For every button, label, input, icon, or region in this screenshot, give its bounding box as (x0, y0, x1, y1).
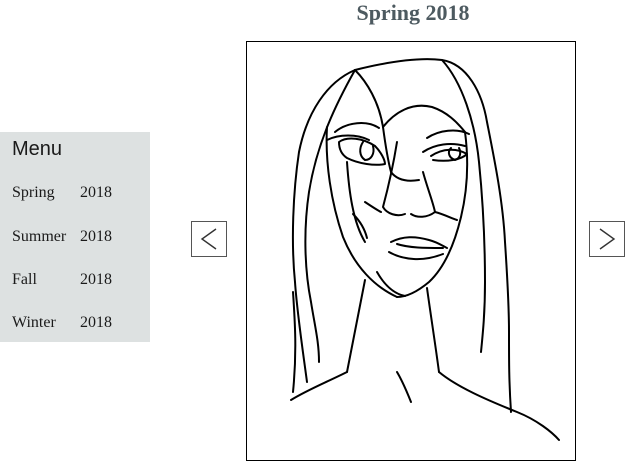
portrait-drawing (290, 58, 560, 441)
menu-item-fall[interactable]: Fall 2018 (12, 271, 122, 291)
chevron-right-icon (599, 228, 616, 250)
previous-button[interactable] (191, 221, 227, 257)
menu-item-season: Winter (12, 314, 56, 331)
menu-item-season: Summer (12, 228, 67, 245)
menu-item-year: 2018 (80, 184, 112, 201)
artwork-frame (246, 41, 576, 461)
menu-item-season: Fall (12, 271, 37, 288)
chevron-left-icon (200, 228, 217, 250)
next-button[interactable] (589, 221, 625, 257)
menu-item-year: 2018 (80, 314, 112, 331)
menu-item-winter[interactable]: Winter 2018 (12, 314, 122, 334)
menu-item-year: 2018 (80, 228, 112, 245)
menu-item-spring[interactable]: Spring 2018 (12, 184, 122, 204)
menu-item-season: Spring (12, 184, 55, 201)
menu-heading: Menu (12, 138, 63, 160)
menu-item-year: 2018 (80, 271, 112, 288)
season-menu: Menu Spring 2018 Summer 2018 Fall 2018 W… (0, 132, 150, 342)
menu-item-summer[interactable]: Summer 2018 (12, 228, 122, 248)
page-title: Spring 2018 (356, 0, 470, 25)
